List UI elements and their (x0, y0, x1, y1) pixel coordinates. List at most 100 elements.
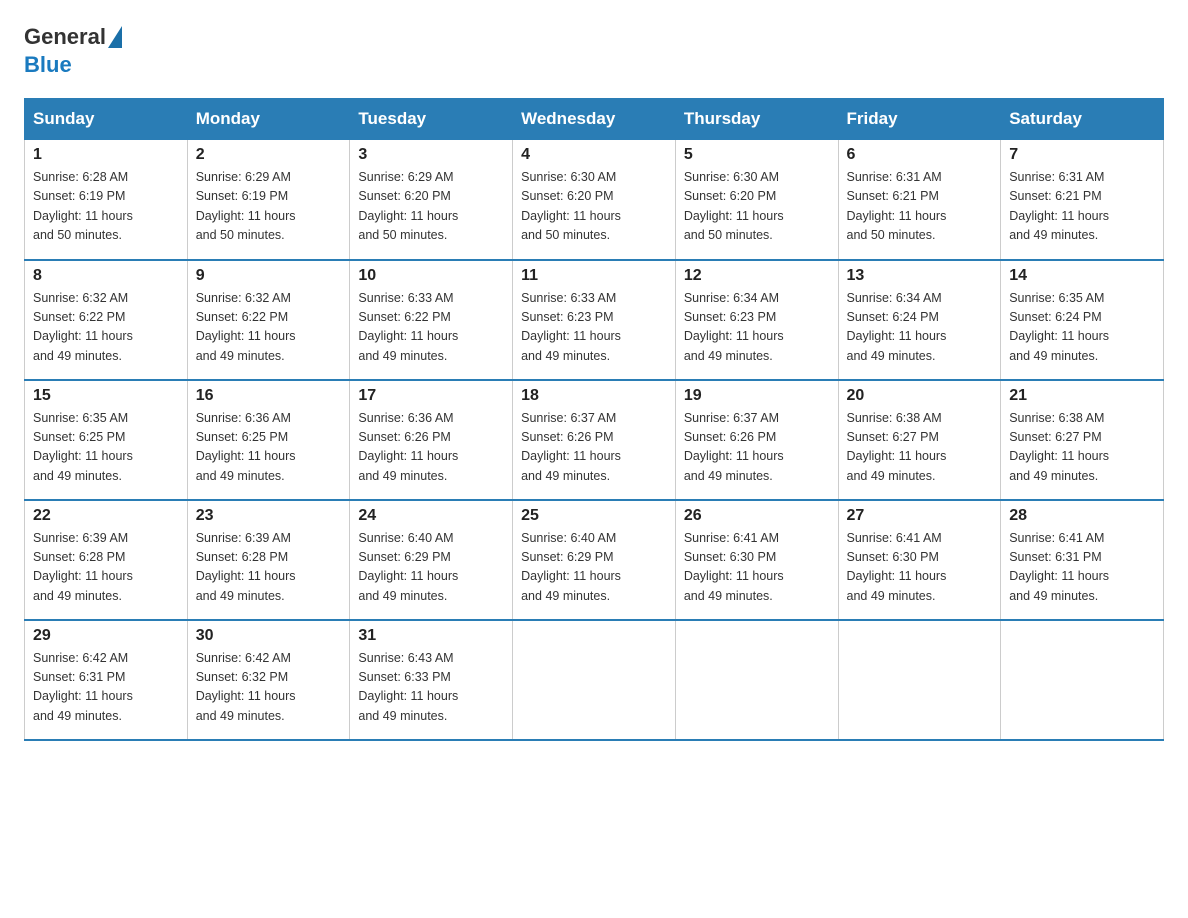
calendar-cell: 13Sunrise: 6:34 AMSunset: 6:24 PMDayligh… (838, 260, 1001, 380)
day-info: Sunrise: 6:33 AMSunset: 6:23 PMDaylight:… (521, 289, 667, 367)
day-number: 21 (1009, 387, 1155, 405)
calendar-cell: 29Sunrise: 6:42 AMSunset: 6:31 PMDayligh… (25, 620, 188, 740)
day-number: 26 (684, 507, 830, 525)
calendar-cell: 7 Sunrise: 6:31 AMSunset: 6:21 PMDaylight… (1001, 140, 1164, 260)
calendar-cell: 24 Sunrise: 6:40 AMSunset: 6:29 PMDayligh… (350, 500, 513, 620)
calendar-week-row: 1Sunrise: 6:28 AMSunset: 6:19 PMDaylight… (25, 140, 1164, 260)
calendar-cell: 30 Sunrise: 6:42 AMSunset: 6:32 PMDayligh… (187, 620, 350, 740)
header-thursday: Thursday (675, 99, 838, 140)
day-info: Sunrise: 6:38 AMSunset: 6:27 PMDaylight:… (847, 409, 993, 487)
day-number: 9 (196, 267, 342, 285)
day-info: Sunrise: 6:43 AMSunset: 6:33 PMDaylight:… (358, 649, 504, 727)
day-number: 24 (358, 507, 504, 525)
calendar-cell: 11Sunrise: 6:33 AMSunset: 6:23 PMDayligh… (513, 260, 676, 380)
calendar-cell: 5 Sunrise: 6:30 AMSunset: 6:20 PMDaylight… (675, 140, 838, 260)
day-number: 20 (847, 387, 993, 405)
day-number: 15 (33, 387, 179, 405)
calendar-cell (1001, 620, 1164, 740)
calendar-cell: 15 Sunrise: 6:35 AMSunset: 6:25 PMDayligh… (25, 380, 188, 500)
day-info: Sunrise: 6:40 AMSunset: 6:29 PMDaylight:… (358, 529, 504, 607)
day-info: Sunrise: 6:42 AMSunset: 6:32 PMDaylight:… (196, 649, 342, 727)
calendar-cell (675, 620, 838, 740)
day-info: Sunrise: 6:39 AMSunset: 6:28 PMDaylight:… (33, 529, 179, 607)
day-number: 30 (196, 627, 342, 645)
calendar-cell: 18 Sunrise: 6:37 AMSunset: 6:26 PMDayligh… (513, 380, 676, 500)
logo: General Blue (24, 24, 124, 78)
day-number: 25 (521, 507, 667, 525)
calendar-cell: 14 Sunrise: 6:35 AMSunset: 6:24 PMDayligh… (1001, 260, 1164, 380)
header-monday: Monday (187, 99, 350, 140)
day-info: Sunrise: 6:34 AMSunset: 6:24 PMDaylight:… (847, 289, 993, 367)
day-info: Sunrise: 6:42 AMSunset: 6:31 PMDaylight:… (33, 649, 179, 727)
calendar-week-row: 8Sunrise: 6:32 AMSunset: 6:22 PMDaylight… (25, 260, 1164, 380)
day-info: Sunrise: 6:41 AMSunset: 6:30 PMDaylight:… (684, 529, 830, 607)
header-friday: Friday (838, 99, 1001, 140)
day-info: Sunrise: 6:36 AMSunset: 6:26 PMDaylight:… (358, 409, 504, 487)
day-info: Sunrise: 6:38 AMSunset: 6:27 PMDaylight:… (1009, 409, 1155, 487)
calendar-cell: 1Sunrise: 6:28 AMSunset: 6:19 PMDaylight… (25, 140, 188, 260)
day-number: 31 (358, 627, 504, 645)
calendar-cell: 22 Sunrise: 6:39 AMSunset: 6:28 PMDayligh… (25, 500, 188, 620)
day-info: Sunrise: 6:37 AMSunset: 6:26 PMDaylight:… (684, 409, 830, 487)
day-info: Sunrise: 6:29 AMSunset: 6:20 PMDaylight:… (358, 168, 504, 246)
day-number: 16 (196, 387, 342, 405)
day-info: Sunrise: 6:29 AMSunset: 6:19 PMDaylight:… (196, 168, 342, 246)
calendar-cell (838, 620, 1001, 740)
calendar-cell: 8Sunrise: 6:32 AMSunset: 6:22 PMDaylight… (25, 260, 188, 380)
calendar-cell: 23Sunrise: 6:39 AMSunset: 6:28 PMDayligh… (187, 500, 350, 620)
calendar-cell: 12 Sunrise: 6:34 AMSunset: 6:23 PMDayligh… (675, 260, 838, 380)
day-info: Sunrise: 6:31 AMSunset: 6:21 PMDaylight:… (1009, 168, 1155, 246)
day-info: Sunrise: 6:33 AMSunset: 6:22 PMDaylight:… (358, 289, 504, 367)
day-number: 2 (196, 146, 342, 164)
day-info: Sunrise: 6:36 AMSunset: 6:25 PMDaylight:… (196, 409, 342, 487)
calendar-week-row: 22 Sunrise: 6:39 AMSunset: 6:28 PMDayligh… (25, 500, 1164, 620)
day-info: Sunrise: 6:32 AMSunset: 6:22 PMDaylight:… (196, 289, 342, 367)
calendar-cell: 6 Sunrise: 6:31 AMSunset: 6:21 PMDaylight… (838, 140, 1001, 260)
calendar-cell: 21 Sunrise: 6:38 AMSunset: 6:27 PMDayligh… (1001, 380, 1164, 500)
day-number: 4 (521, 146, 667, 164)
day-info: Sunrise: 6:35 AMSunset: 6:25 PMDaylight:… (33, 409, 179, 487)
day-info: Sunrise: 6:41 AMSunset: 6:31 PMDaylight:… (1009, 529, 1155, 607)
day-number: 5 (684, 146, 830, 164)
calendar-cell: 2 Sunrise: 6:29 AMSunset: 6:19 PMDaylight… (187, 140, 350, 260)
day-info: Sunrise: 6:40 AMSunset: 6:29 PMDaylight:… (521, 529, 667, 607)
day-info: Sunrise: 6:28 AMSunset: 6:19 PMDaylight:… (33, 168, 179, 246)
calendar-week-row: 29Sunrise: 6:42 AMSunset: 6:31 PMDayligh… (25, 620, 1164, 740)
day-number: 22 (33, 507, 179, 525)
day-number: 18 (521, 387, 667, 405)
calendar-cell: 20 Sunrise: 6:38 AMSunset: 6:27 PMDayligh… (838, 380, 1001, 500)
calendar-cell: 25 Sunrise: 6:40 AMSunset: 6:29 PMDayligh… (513, 500, 676, 620)
calendar-cell: 19Sunrise: 6:37 AMSunset: 6:26 PMDayligh… (675, 380, 838, 500)
day-info: Sunrise: 6:37 AMSunset: 6:26 PMDaylight:… (521, 409, 667, 487)
calendar-table: SundayMondayTuesdayWednesdayThursdayFrid… (24, 98, 1164, 741)
day-info: Sunrise: 6:41 AMSunset: 6:30 PMDaylight:… (847, 529, 993, 607)
page-header: General Blue (24, 24, 1164, 78)
day-info: Sunrise: 6:34 AMSunset: 6:23 PMDaylight:… (684, 289, 830, 367)
calendar-week-row: 15 Sunrise: 6:35 AMSunset: 6:25 PMDayligh… (25, 380, 1164, 500)
day-number: 17 (358, 387, 504, 405)
calendar-cell: 3 Sunrise: 6:29 AMSunset: 6:20 PMDaylight… (350, 140, 513, 260)
header-sunday: Sunday (25, 99, 188, 140)
calendar-cell: 26 Sunrise: 6:41 AMSunset: 6:30 PMDayligh… (675, 500, 838, 620)
day-info: Sunrise: 6:30 AMSunset: 6:20 PMDaylight:… (684, 168, 830, 246)
day-number: 12 (684, 267, 830, 285)
day-number: 10 (358, 267, 504, 285)
calendar-cell: 9 Sunrise: 6:32 AMSunset: 6:22 PMDaylight… (187, 260, 350, 380)
calendar-cell: 10 Sunrise: 6:33 AMSunset: 6:22 PMDayligh… (350, 260, 513, 380)
day-info: Sunrise: 6:35 AMSunset: 6:24 PMDaylight:… (1009, 289, 1155, 367)
day-number: 6 (847, 146, 993, 164)
header-wednesday: Wednesday (513, 99, 676, 140)
calendar-cell: 27Sunrise: 6:41 AMSunset: 6:30 PMDayligh… (838, 500, 1001, 620)
calendar-cell: 28 Sunrise: 6:41 AMSunset: 6:31 PMDayligh… (1001, 500, 1164, 620)
calendar-cell (513, 620, 676, 740)
calendar-cell: 4Sunrise: 6:30 AMSunset: 6:20 PMDaylight… (513, 140, 676, 260)
logo-triangle-icon (108, 26, 122, 48)
logo-blue-text: Blue (24, 52, 72, 78)
calendar-header-row: SundayMondayTuesdayWednesdayThursdayFrid… (25, 99, 1164, 140)
day-number: 23 (196, 507, 342, 525)
day-number: 3 (358, 146, 504, 164)
day-number: 14 (1009, 267, 1155, 285)
day-info: Sunrise: 6:31 AMSunset: 6:21 PMDaylight:… (847, 168, 993, 246)
day-number: 7 (1009, 146, 1155, 164)
day-number: 28 (1009, 507, 1155, 525)
